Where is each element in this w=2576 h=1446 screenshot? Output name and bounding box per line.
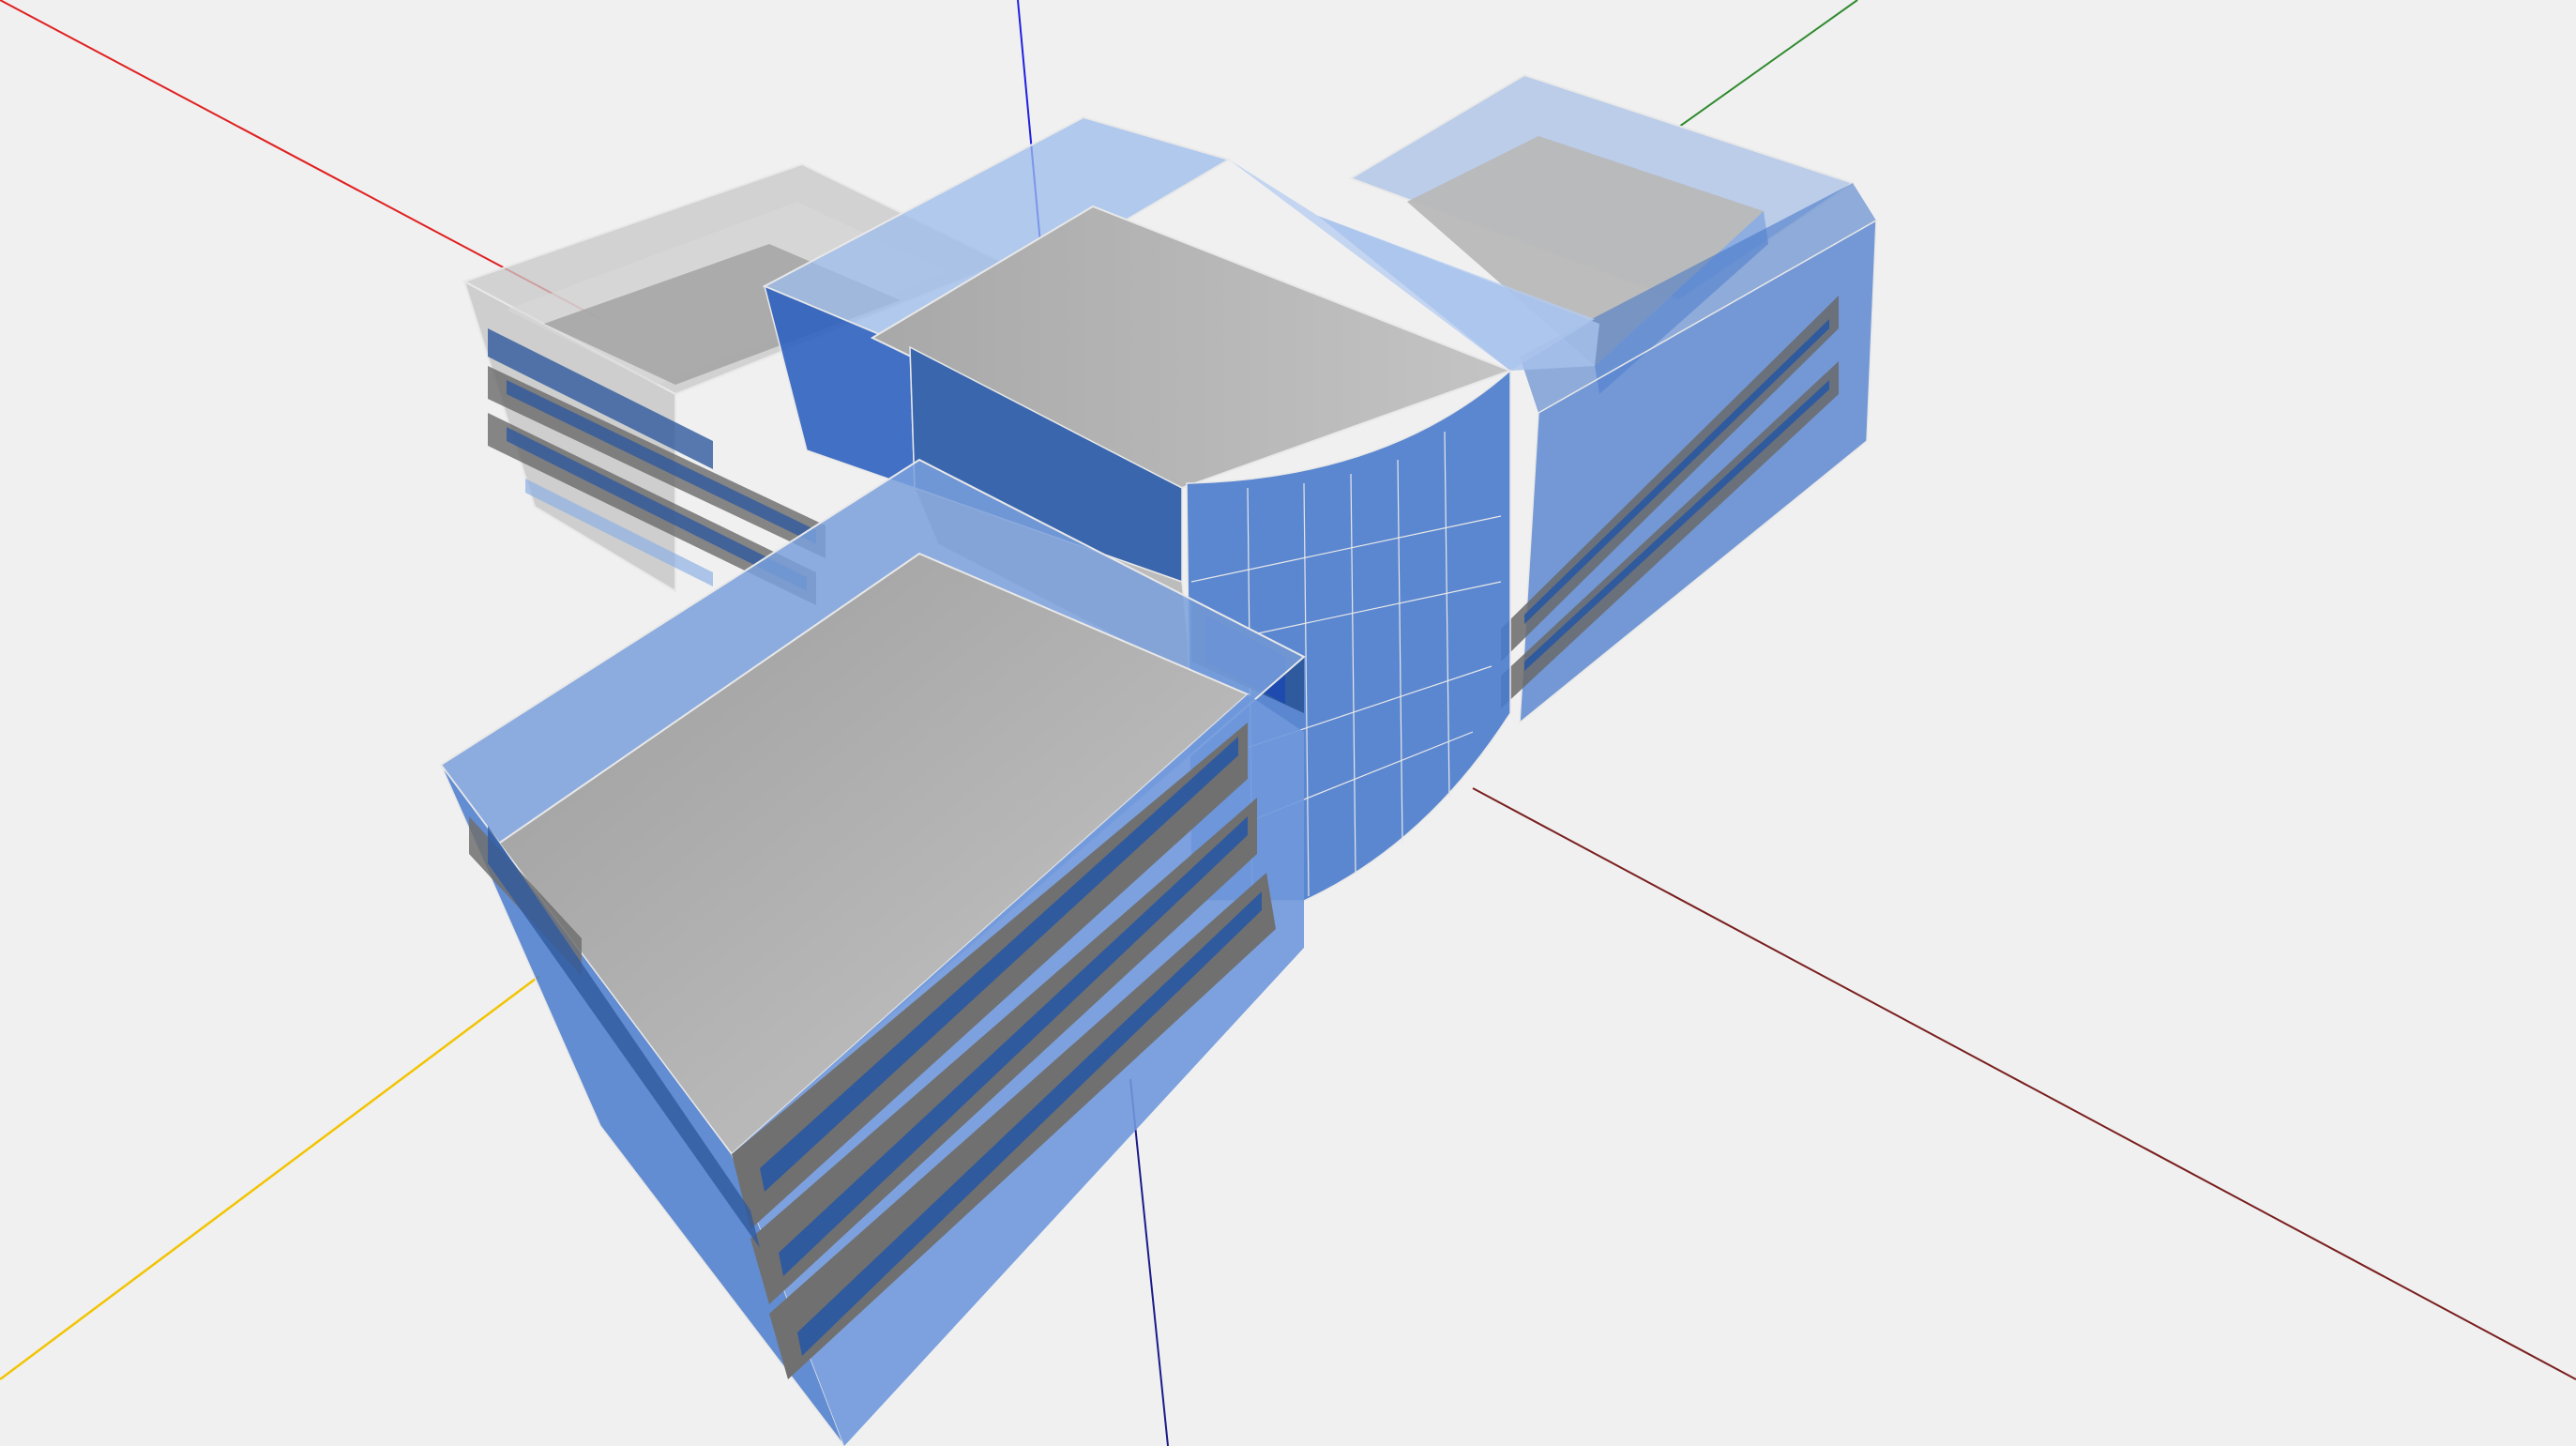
y-axis-negative (0, 974, 540, 1381)
y-axis-positive (1678, 0, 1858, 128)
model-scene[interactable] (0, 0, 2576, 1446)
front-wing[interactable] (439, 458, 1306, 1446)
x-axis-negative (1472, 787, 2576, 1380)
3d-viewport[interactable] (0, 0, 2576, 1446)
z-axis-negative (1129, 1078, 1169, 1446)
